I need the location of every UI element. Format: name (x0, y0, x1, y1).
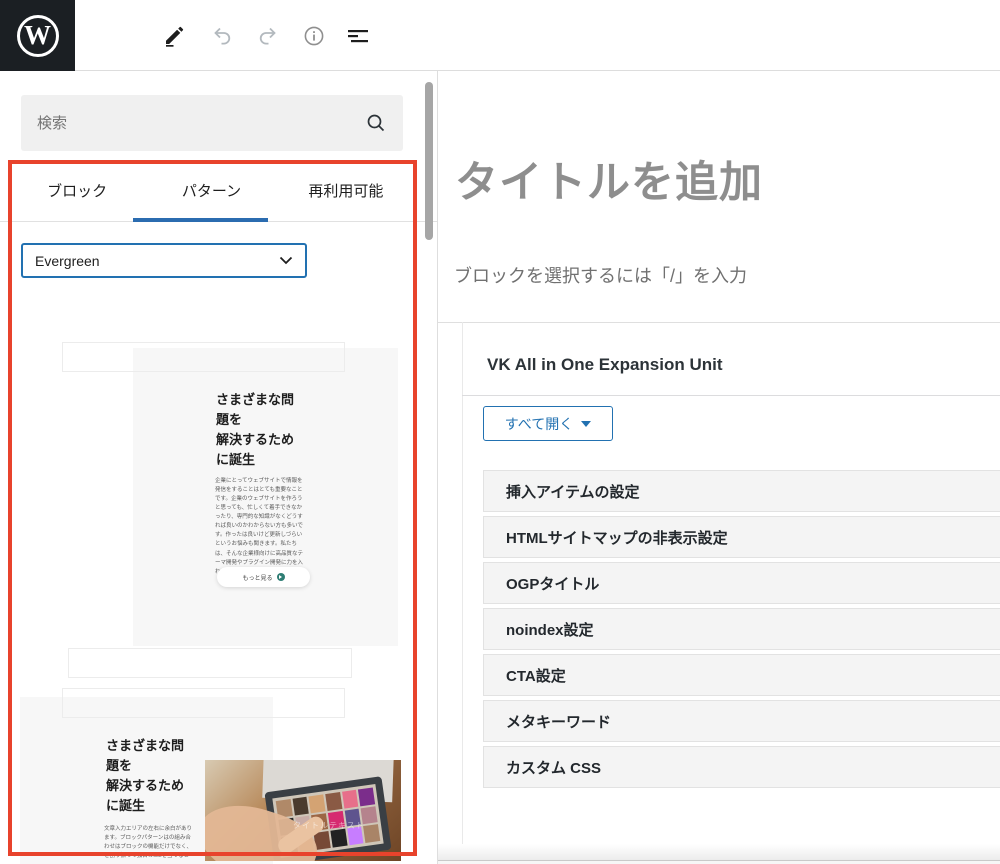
tab-patterns[interactable]: パターン (144, 160, 278, 221)
pattern1-more-button: もっと見る (217, 567, 310, 587)
pencil-icon (162, 24, 186, 48)
accordion-insert-items[interactable]: 挿入アイテムの設定 (483, 470, 1000, 512)
pattern1-body: 企業にとってウェブサイトで情報を発信をすることはとても重要なことです。企業のウェ… (215, 477, 303, 577)
metabox-title-divider (462, 395, 1000, 396)
post-title-input[interactable]: タイトルを追加 (455, 148, 763, 210)
accordion-label: 挿入アイテムの設定 (506, 481, 640, 502)
selected-category: Evergreen (35, 253, 100, 269)
accordion-label: メタキーワード (506, 711, 611, 732)
search-input[interactable] (37, 115, 365, 132)
pattern2-heading: さまざまな問題を 解決するために誕生 (106, 736, 188, 817)
pattern2-header-bar (62, 688, 345, 718)
open-all-button[interactable]: すべて開く (483, 406, 613, 441)
image-caption: タイトルテキスト (293, 820, 365, 831)
open-all-label: すべて開く (505, 414, 573, 434)
chevron-down-icon (279, 256, 293, 265)
sidebar-divider (437, 71, 438, 864)
metabox-title: VK All in One Expansion Unit (487, 355, 723, 375)
accordion-label: CTA設定 (506, 665, 566, 686)
active-tab-indicator (133, 218, 268, 222)
metabox-left-border (462, 322, 463, 846)
pattern1-heading: さまざまな問題を 解決するために誕生 (216, 390, 298, 471)
accordion-label: カスタム CSS (506, 757, 601, 778)
arrow-circle-icon (277, 573, 285, 581)
wordpress-logo-icon: W (17, 15, 59, 57)
accordion-cta[interactable]: CTA設定 (483, 654, 1000, 696)
redo-icon (255, 24, 279, 48)
wordpress-block-editor: ✕ W ブロック パターン 再利用可能 Evergreen (0, 0, 1000, 864)
more-button-label: もっと見る (242, 573, 272, 582)
search-icon (365, 112, 387, 134)
accordion-label: OGPタイトル (506, 573, 599, 594)
accordion-html-sitemap[interactable]: HTMLサイトマップの非表示設定 (483, 516, 1000, 558)
wordpress-logo-button[interactable]: W (0, 0, 75, 71)
accordion-ogp-title[interactable]: OGPタイトル (483, 562, 1000, 604)
tablet-hands-photo: タイトルテキスト (205, 760, 401, 861)
list-view-icon (346, 24, 370, 48)
details-button[interactable] (300, 22, 328, 50)
tab-reusable[interactable]: 再利用可能 (279, 160, 413, 221)
metabox-top-divider (438, 322, 1000, 323)
tab-blocks[interactable]: ブロック (10, 160, 144, 221)
edit-mode-pencil-button[interactable] (160, 22, 188, 50)
pattern1-header-bar (62, 342, 345, 372)
editor-toolbar (0, 0, 1000, 71)
pattern-category-select[interactable]: Evergreen (21, 243, 307, 278)
accordion-meta-keywords[interactable]: メタキーワード (483, 700, 1000, 742)
accordion-custom-css[interactable]: カスタム CSS (483, 746, 1000, 788)
redo-button[interactable] (253, 22, 281, 50)
info-icon (302, 24, 326, 48)
pattern2-body: 文章入力エリアの左右に余白があります。ブロックパターンはの組み合わせはブロックの… (104, 825, 192, 861)
editor-footer-fade (438, 844, 1000, 860)
undo-button[interactable] (209, 22, 237, 50)
caret-down-icon (581, 421, 591, 427)
sidebar-scrollbar-thumb[interactable] (425, 82, 433, 240)
undo-icon (211, 24, 235, 48)
list-view-button[interactable] (344, 22, 372, 50)
empty-block-appender[interactable]: ブロックを選択するには「/」を入力 (454, 262, 747, 288)
pattern-search[interactable] (21, 95, 403, 151)
inserter-tabs: ブロック パターン 再利用可能 (10, 160, 413, 221)
accordion-label: noindex設定 (506, 619, 594, 640)
pattern1-footer-bar (68, 648, 352, 678)
accordion-noindex[interactable]: noindex設定 (483, 608, 1000, 650)
accordion-label: HTMLサイトマップの非表示設定 (506, 527, 728, 548)
